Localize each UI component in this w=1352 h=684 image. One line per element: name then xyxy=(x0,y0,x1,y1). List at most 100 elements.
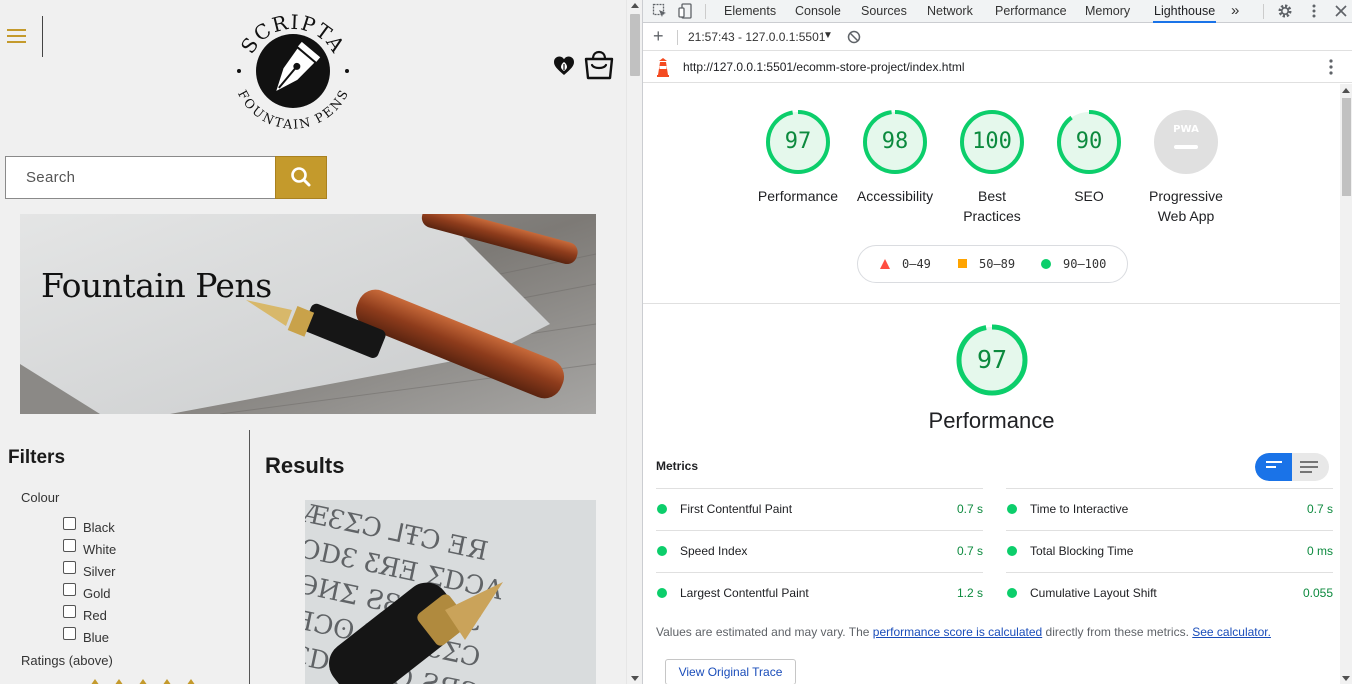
performance-title: Performance xyxy=(928,408,1055,433)
metric-name: Time to Interactive xyxy=(1030,502,1129,516)
chevron-down-icon[interactable]: ▼ xyxy=(823,30,833,41)
device-toolbar-icon[interactable] xyxy=(678,3,694,19)
pass-circle-icon xyxy=(657,504,667,514)
tab-network[interactable]: Network xyxy=(927,0,973,23)
gauge-label: Best Practices xyxy=(963,188,1021,224)
view-original-trace-button[interactable]: View Original Trace xyxy=(665,659,796,684)
colour-option-blue[interactable]: Blue xyxy=(63,624,116,646)
colour-filter-label: Colour xyxy=(21,490,60,505)
pwa-badge-text: PWA xyxy=(1173,124,1199,135)
star-icon[interactable] xyxy=(112,679,126,684)
score-calculated-link[interactable]: performance score is calculated xyxy=(873,625,1042,639)
inspect-element-icon[interactable] xyxy=(652,3,668,19)
shopping-bag-icon[interactable] xyxy=(583,50,615,80)
search-input[interactable] xyxy=(5,156,276,199)
checkbox[interactable] xyxy=(63,516,76,530)
colour-option-black[interactable]: Black xyxy=(63,514,116,536)
legend-range: 0–49 xyxy=(902,257,931,271)
toolbar-separator xyxy=(705,4,706,19)
legend-range: 50–89 xyxy=(979,257,1016,271)
colour-option-white[interactable]: White xyxy=(63,536,116,558)
rating-stars[interactable] xyxy=(88,676,208,684)
metric-value: 0.055 xyxy=(1302,586,1333,600)
metrics-title: Metrics xyxy=(656,459,699,473)
product-card-image[interactable]: ÆƐΣƆ ⅃ŦƆ ƎЯ ƆDƐ ƸЯƎ ΣDƆɅ ƏИΣ ƧƐЯ ƆƎƸ ƋƆʘ… xyxy=(305,500,596,684)
pass-circle-icon xyxy=(657,546,667,556)
pass-circle-icon xyxy=(1007,546,1017,556)
scroll-down-arrow-icon[interactable] xyxy=(631,676,639,681)
checkbox-label: Gold xyxy=(83,585,111,601)
product-pen-image: ÆƐΣƆ ⅃ŦƆ ƎЯ ƆDƐ ƸЯƎ ΣDƆɅ ƏИΣ ƧƐЯ ƆƎƸ ƋƆʘ… xyxy=(305,500,596,684)
new-report-plus-icon[interactable]: + xyxy=(653,26,664,47)
star-icon[interactable] xyxy=(160,679,174,684)
filters-title: Filters xyxy=(8,447,66,468)
star-icon[interactable] xyxy=(88,679,102,684)
checkbox-label: Red xyxy=(83,607,107,623)
search-button[interactable] xyxy=(275,156,327,199)
pass-circle-icon xyxy=(1041,259,1051,269)
scroll-up-arrow-icon[interactable] xyxy=(631,3,639,8)
metric-time-to-interactive: Time to Interactive 0.7 s xyxy=(1006,488,1333,530)
colour-option-red[interactable]: Red xyxy=(63,602,116,624)
star-icon[interactable] xyxy=(136,679,150,684)
website-scrollbar[interactable] xyxy=(626,0,642,684)
metric-value: 0.7 s xyxy=(1306,502,1333,516)
gauge-label: Accessibility xyxy=(856,188,934,204)
checkbox[interactable] xyxy=(63,604,76,618)
hamburger-menu-icon[interactable] xyxy=(7,28,27,44)
colour-option-silver[interactable]: Silver xyxy=(63,558,116,580)
metric-total-blocking-time: Total Blocking Time 0 ms xyxy=(1006,530,1333,572)
metric-value: 0 ms xyxy=(1306,544,1333,558)
lighthouse-scrollbar[interactable] xyxy=(1340,84,1352,684)
tab-elements[interactable]: Elements xyxy=(724,0,776,23)
devtools-panel: Elements Console Sources Network Perform… xyxy=(642,0,1352,684)
close-devtools-icon[interactable] xyxy=(1333,3,1349,19)
metric-name: Speed Index xyxy=(680,544,748,558)
score-legend: 0–49 50–89 90–100 xyxy=(857,245,1128,283)
expanded-view-icon[interactable] xyxy=(1300,461,1318,476)
checkbox[interactable] xyxy=(63,560,76,574)
gauge-label: SEO xyxy=(1074,188,1104,204)
report-url: http://127.0.0.1:5501/ecomm-store-projec… xyxy=(683,60,965,74)
checkbox[interactable] xyxy=(63,538,76,552)
more-tabs-icon[interactable]: » xyxy=(1231,0,1239,23)
hero-title: Fountain Pens xyxy=(41,266,272,305)
metrics-view-toggle[interactable] xyxy=(1255,453,1329,481)
score-value: 90 xyxy=(1075,129,1103,154)
customize-menu-icon[interactable] xyxy=(1306,3,1322,19)
ratings-filter-label: Ratings (above) xyxy=(21,653,113,668)
star-icon[interactable] xyxy=(184,679,198,684)
checkbox[interactable] xyxy=(63,626,76,640)
settings-gear-icon[interactable] xyxy=(1277,3,1293,19)
report-url-bar: http://127.0.0.1:5501/ecomm-store-projec… xyxy=(643,52,1352,83)
checkbox-label: White xyxy=(83,541,117,557)
gauge-accessibility[interactable]: 98 Accessibility xyxy=(845,110,945,206)
gauge-best-practices[interactable]: 100 Best Practices xyxy=(942,110,1042,226)
report-selector[interactable]: 21:57:43 - 127.0.0.1:5501 xyxy=(688,30,825,44)
see-calculator-link[interactable]: See calculator. xyxy=(1192,625,1271,639)
tab-sources[interactable]: Sources xyxy=(861,0,907,23)
gauge-seo[interactable]: 90 SEO xyxy=(1039,110,1139,206)
clear-reports-icon[interactable] xyxy=(847,30,861,44)
tab-console[interactable]: Console xyxy=(795,0,841,23)
gauge-label: Performance xyxy=(757,188,839,204)
note-text: Values are estimated and may vary. The xyxy=(656,625,873,639)
pass-circle-icon xyxy=(1007,504,1017,514)
colour-option-gold[interactable]: Gold xyxy=(63,580,116,602)
tab-performance[interactable]: Performance xyxy=(995,0,1067,23)
scroll-up-arrow-icon[interactable] xyxy=(1342,88,1350,93)
gauge-performance[interactable]: 97 Performance xyxy=(748,110,848,206)
checkbox[interactable] xyxy=(63,582,76,596)
metric-first-contentful-paint: First Contentful Paint 0.7 s xyxy=(656,488,983,530)
metric-name: Cumulative Layout Shift xyxy=(1030,586,1157,600)
wishlist-heart-icon[interactable] xyxy=(553,55,575,77)
tab-lighthouse[interactable]: Lighthouse xyxy=(1153,0,1217,23)
tab-memory[interactable]: Memory xyxy=(1085,0,1130,23)
gauge-pwa[interactable]: PWA Progressive Web App xyxy=(1136,110,1236,226)
scrollbar-thumb[interactable] xyxy=(630,14,640,76)
report-menu-icon[interactable] xyxy=(1329,58,1333,76)
scrollbar-thumb[interactable] xyxy=(1342,98,1351,196)
scroll-down-arrow-icon[interactable] xyxy=(1342,676,1350,681)
scripta-logo[interactable]: SCRIPTA FOUNTAIN PENS xyxy=(234,2,352,132)
pass-circle-icon xyxy=(657,588,667,598)
